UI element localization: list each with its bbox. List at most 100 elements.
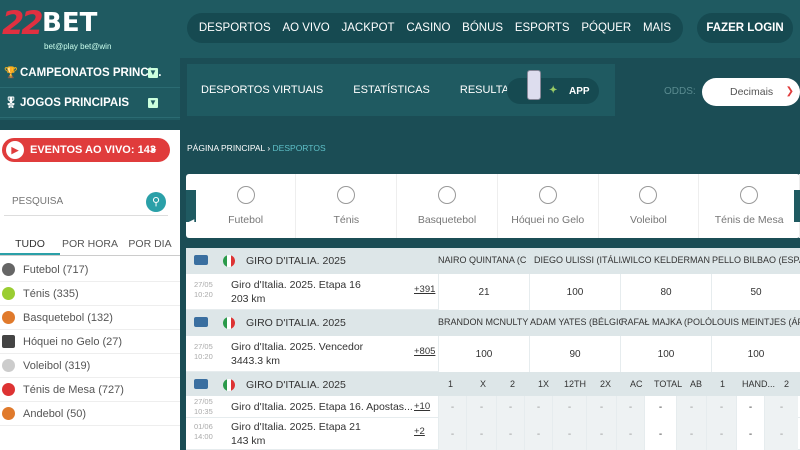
odds-cell[interactable]: 100 bbox=[711, 336, 800, 372]
sport-tab-tenis-de-mesa[interactable]: Ténis de Mesa bbox=[699, 174, 800, 238]
odds-cell[interactable]: - bbox=[764, 396, 798, 418]
odds-cell[interactable]: - bbox=[466, 418, 496, 450]
tennis-ball-icon bbox=[2, 287, 15, 300]
odds-cell[interactable]: - bbox=[438, 418, 466, 450]
column-header: AB bbox=[690, 379, 703, 389]
android-icon: ✦ bbox=[549, 85, 558, 96]
login-button[interactable]: FAZER LOGIN bbox=[697, 13, 793, 43]
odds-cell[interactable]: - bbox=[496, 418, 524, 450]
event-name[interactable]: Giro d'Italia. 2025. Vencedor 3443.3 km bbox=[231, 340, 363, 368]
odds-cell[interactable]: - bbox=[586, 418, 616, 450]
odds-cell[interactable]: - bbox=[616, 396, 644, 418]
event-name[interactable]: Giro d'Italia. 2025. Etapa 16 203 km bbox=[231, 278, 361, 306]
sport-tab-tenis[interactable]: Ténis bbox=[296, 174, 398, 238]
chevron-down-icon[interactable]: ▼ bbox=[148, 68, 158, 78]
odds-cell[interactable]: - bbox=[586, 396, 616, 418]
app-download-button[interactable]: ✦ APP bbox=[507, 70, 599, 104]
more-markets-link[interactable]: +2 bbox=[414, 426, 425, 437]
event-row[interactable]: 27/05 10:20 Giro d'Italia. 2025. Etapa 16… bbox=[186, 274, 800, 310]
more-markets-link[interactable]: +391 bbox=[414, 284, 435, 295]
breadcrumb: PÁGINA PRINCIPAL › DESPORTOS bbox=[187, 143, 326, 153]
main-nav: DESPORTOS AO VIVO JACKPOT CASINO BÓNUS E… bbox=[187, 13, 683, 43]
sport-item-hoquei[interactable]: Hóquei no Gelo (27) bbox=[0, 330, 180, 354]
odds-cell[interactable]: - bbox=[676, 418, 706, 450]
odds-cell[interactable]: 21 bbox=[438, 274, 529, 310]
search-icon[interactable]: ⚲ bbox=[146, 192, 166, 212]
nav-poquer[interactable]: PÓQUER bbox=[581, 22, 631, 34]
odds-cell[interactable]: 100 bbox=[438, 336, 529, 372]
more-markets-link[interactable]: +805 bbox=[414, 346, 435, 357]
nav-jackpot[interactable]: JACKPOT bbox=[342, 22, 395, 34]
odds-cell[interactable]: 100 bbox=[620, 336, 711, 372]
event-row[interactable]: 27/05 10:35 Giro d'Italia. 2025. Etapa 16… bbox=[186, 396, 800, 418]
odds-format-select[interactable]: Decimais ❯ bbox=[702, 78, 800, 106]
live-events-button[interactable]: ▶ EVENTOS AO VIVO: 143 ▸ bbox=[2, 138, 170, 162]
odds-cell[interactable]: - bbox=[496, 396, 524, 418]
odds-cell[interactable]: - bbox=[644, 396, 676, 418]
odds-format-value: Decimais bbox=[730, 86, 774, 98]
sport-item-futebol[interactable]: Futebol (717) bbox=[0, 258, 180, 282]
odds-cell[interactable]: - bbox=[552, 418, 586, 450]
odds-cell[interactable]: - bbox=[644, 418, 676, 450]
odds-cell[interactable]: - bbox=[524, 396, 552, 418]
logo-number: 22 bbox=[2, 4, 43, 42]
sport-tab-basquetebol[interactable]: Basquetebol bbox=[397, 174, 498, 238]
sidebar-item-jogos[interactable]: 🎖 JOGOS PRINCIPAIS ▼ bbox=[0, 88, 180, 118]
odds-cell[interactable]: - bbox=[524, 418, 552, 450]
sidebar-item-campeonatos[interactable]: 🏆 CAMPEONATOS PRINCI... ▼ bbox=[0, 58, 180, 88]
odds-cell[interactable]: - bbox=[736, 396, 764, 418]
odds-cell[interactable]: - bbox=[676, 396, 706, 418]
sport-item-tenis-de-mesa[interactable]: Ténis de Mesa (727) bbox=[0, 378, 180, 402]
nav-mais[interactable]: MAIS bbox=[643, 22, 671, 34]
nav-casino[interactable]: CASINO bbox=[406, 22, 450, 34]
sport-tab-voleibol[interactable]: Voleibol bbox=[599, 174, 700, 238]
sport-tab-futebol[interactable]: Futebol bbox=[196, 174, 297, 238]
breadcrumb-home[interactable]: PÁGINA PRINCIPAL bbox=[187, 143, 265, 153]
odds-cell[interactable]: 50 bbox=[711, 274, 800, 310]
sport-item-andebol[interactable]: Andebol (50) bbox=[0, 402, 180, 426]
odds-cell[interactable]: - bbox=[706, 418, 736, 450]
tab-por-dia[interactable]: POR DIA bbox=[120, 234, 180, 255]
event-row[interactable]: 01/06 14:00 Giro d'Italia. 2025. Etapa 21… bbox=[186, 418, 800, 450]
odds-cell[interactable]: - bbox=[764, 418, 798, 450]
football-icon bbox=[2, 263, 15, 276]
chevron-right-icon[interactable] bbox=[794, 190, 800, 222]
sidebar-divider bbox=[0, 120, 180, 130]
odds-cell[interactable]: - bbox=[736, 418, 764, 450]
tab-tudo[interactable]: TUDO bbox=[0, 234, 60, 255]
nav-ao-vivo[interactable]: AO VIVO bbox=[282, 22, 329, 34]
sport-tab-hoquei[interactable]: Hóquei no Gelo bbox=[498, 174, 599, 238]
sport-item-tenis[interactable]: Ténis (335) bbox=[0, 282, 180, 306]
search-input[interactable] bbox=[4, 196, 134, 207]
odds-cell[interactable]: - bbox=[706, 396, 736, 418]
odds-cells: 100 90 100 100 bbox=[438, 336, 800, 372]
sport-list: Futebol (717) Ténis (335) Basquetebol (1… bbox=[0, 258, 180, 426]
tab-por-hora[interactable]: POR HORA bbox=[60, 234, 120, 255]
nav-desportos[interactable]: DESPORTOS bbox=[199, 22, 271, 34]
chevron-down-icon[interactable]: ▼ bbox=[148, 98, 158, 108]
table-tennis-icon bbox=[2, 383, 15, 396]
more-markets-link[interactable]: +10 bbox=[414, 401, 430, 412]
odds-cell[interactable]: - bbox=[552, 396, 586, 418]
odds-cell[interactable]: - bbox=[616, 418, 644, 450]
odds-cell[interactable]: 100 bbox=[529, 274, 620, 310]
nav-bonus[interactable]: BÓNUS bbox=[462, 22, 503, 34]
event-name[interactable]: Giro d'Italia. 2025. Etapa 16. Apostas..… bbox=[231, 400, 413, 414]
medal-icon: 🎖 bbox=[4, 97, 18, 109]
subnav-desportos-virtuais[interactable]: DESPORTOS VIRTUAIS bbox=[201, 84, 323, 96]
subnav-estatisticas[interactable]: ESTATÍSTICAS bbox=[353, 84, 430, 96]
section-title: GIRO D'ITALIA. 2025 bbox=[246, 379, 346, 391]
brand-logo[interactable]: 22 BET bet@play bet@win bbox=[2, 4, 132, 54]
odds-cell[interactable]: 80 bbox=[620, 274, 711, 310]
chevron-left-icon[interactable]: ◀ bbox=[186, 190, 196, 227]
sport-item-basquetebol[interactable]: Basquetebol (132) bbox=[0, 306, 180, 330]
event-row[interactable]: 27/05 10:20 Giro d'Italia. 2025. Vencedor… bbox=[186, 336, 800, 372]
odds-cell[interactable]: 90 bbox=[529, 336, 620, 372]
sport-item-voleibol[interactable]: Voleibol (319) bbox=[0, 354, 180, 378]
nav-esports[interactable]: ESPORTS bbox=[515, 22, 570, 34]
odds-cell[interactable]: - bbox=[438, 396, 466, 418]
column-header: WILCO KELDERMAN ... bbox=[622, 255, 710, 265]
odds-cell[interactable]: - bbox=[466, 396, 496, 418]
event-name[interactable]: Giro d'Italia. 2025. Etapa 21 143 km bbox=[231, 420, 361, 448]
column-header: NAIRO QUINTANA (C... bbox=[438, 255, 526, 265]
